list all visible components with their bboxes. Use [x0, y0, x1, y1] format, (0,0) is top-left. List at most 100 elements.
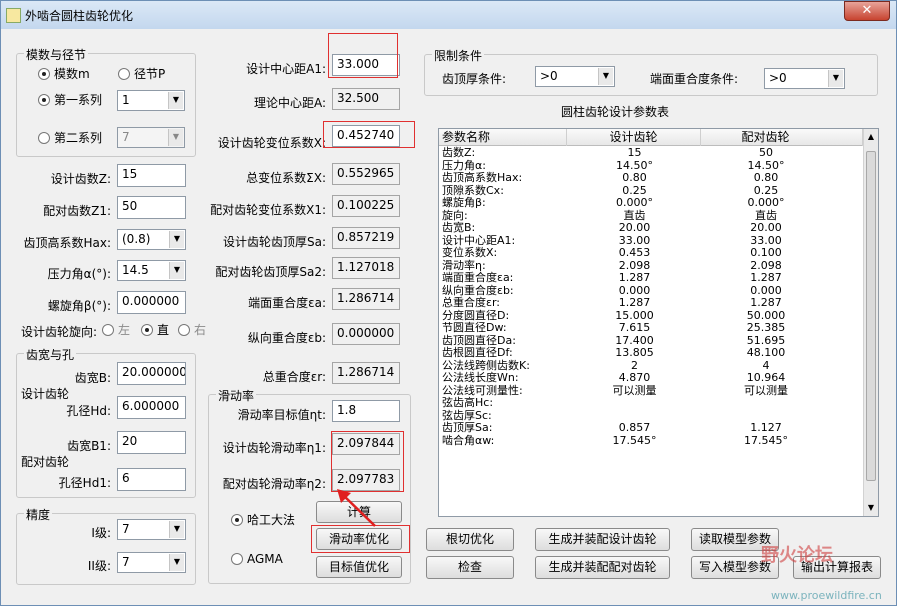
radio-series2-dot [38, 132, 50, 144]
header-param[interactable]: 参数名称 [439, 129, 567, 146]
radio-series1[interactable]: 第一系列 [38, 93, 102, 107]
bore-hd1-input[interactable]: 6 [117, 468, 186, 491]
table-row[interactable]: 齿顶厚Sa: 0.857 1.127 [439, 421, 863, 435]
pair-shift-x1-label: 配对齿轮变位系数X1: [210, 203, 326, 217]
cell-param: 齿宽B: [442, 221, 476, 234]
radio-pitch[interactable]: 径节P [118, 67, 165, 81]
table-row[interactable]: 变位系数X: 0.453 0.100 [439, 246, 863, 260]
series1-select[interactable]: 1 ▼ [117, 90, 185, 111]
theory-distance-a-value: 32.500 [332, 88, 400, 110]
cell-design: 13.805 [615, 346, 654, 359]
radio-dir-left[interactable]: 左 [102, 323, 130, 337]
pair-gear-label: 配对齿轮 [21, 455, 70, 469]
table-row[interactable]: 啮合角αw: 17.545° 17.545° [439, 433, 863, 448]
hand-direction-label: 设计齿轮旋向: [21, 325, 98, 339]
pressure-angle-label: 压力角α(°): [47, 267, 111, 281]
series2-select[interactable]: 7 ▼ [117, 127, 185, 148]
chevron-down-icon: ▼ [168, 92, 183, 109]
cell-design: 0.80 [622, 171, 647, 184]
total-contact-value: 1.286714 [332, 362, 400, 384]
shift-x-label: 设计齿轮变位系数X: [217, 136, 326, 150]
series1-select-value: 1 [122, 93, 130, 107]
tip-thickness-sa-value: 0.857219 [332, 227, 400, 249]
slip-target-input[interactable]: 1.8 [332, 400, 400, 422]
table-row[interactable]: 公法线可测量性: 可以测量 可以测量 [439, 384, 863, 398]
radio-series2[interactable]: 第二系列 [38, 131, 102, 145]
scroll-thumb[interactable] [866, 151, 876, 481]
table-row[interactable]: 节圆直径Dw: 7.615 25.385 [439, 321, 863, 335]
face-width-b1-input[interactable]: 20 [117, 431, 186, 454]
grade-ii-select[interactable]: 7 ▼ [117, 552, 186, 573]
radio-hit-method[interactable]: 哈工大法 [231, 513, 295, 527]
face-width-b-input[interactable]: 20.000000 [117, 362, 186, 385]
table-row[interactable]: 齿数Z: 15 50 [439, 146, 863, 160]
total-shift-value: 0.552965 [332, 163, 400, 185]
overlap-condition-select[interactable]: >0 ▼ [764, 68, 845, 89]
tip-condition-select[interactable]: >0 ▼ [535, 66, 615, 87]
main-window: 外啮合圆柱齿轮优化 ✕ 模数与径节 模数m 径节P 第一系列 1 ▼ 第二系列 7… [0, 0, 897, 606]
addendum-hax-select[interactable]: (0.8) ▼ [117, 229, 186, 250]
gen-pair-gear-button[interactable]: 生成并装配配对齿轮 [535, 556, 670, 579]
table-title: 圆柱齿轮设计参数表 [561, 105, 670, 119]
table-row[interactable]: 端面重合度εa: 1.287 1.287 [439, 271, 863, 285]
bore-hd-input[interactable]: 6.000000 [117, 396, 186, 419]
table-row[interactable]: 设计中心距A1: 33.00 33.00 [439, 234, 863, 248]
cell-design: 20.00 [618, 221, 651, 234]
grade-i-select[interactable]: 7 ▼ [117, 519, 186, 540]
cell-design: 0.857 [618, 421, 651, 434]
theory-distance-a-label: 理论中心距A: [253, 96, 326, 110]
radio-hit-dot [231, 514, 243, 526]
table-scrollbar[interactable]: ▲ ▼ [863, 129, 878, 516]
radio-hit-label: 哈工大法 [247, 513, 296, 527]
table-row[interactable]: 螺旋角β: 0.000° 0.000° [439, 196, 863, 210]
close-button[interactable]: ✕ [844, 1, 890, 21]
cell-pair: 0.100 [750, 246, 782, 259]
radio-module[interactable]: 模数m [38, 67, 90, 81]
tip-condition-label: 齿顶厚条件: [442, 72, 507, 86]
cell-param: 总重合度εr: [442, 296, 500, 309]
scroll-up-icon[interactable]: ▲ [864, 129, 878, 145]
annotation-arrow [337, 489, 376, 527]
table-row[interactable]: 齿宽B: 20.00 20.00 [439, 221, 863, 235]
check-button[interactable]: 检查 [426, 556, 514, 579]
table-row[interactable]: 旋向: 直齿 直齿 [439, 209, 863, 223]
pressure-angle-select[interactable]: 14.5 ▼ [117, 260, 186, 281]
table-row[interactable]: 齿根圆直径Df: 13.805 48.100 [439, 346, 863, 360]
table-row[interactable]: 弦齿厚Sc: [439, 409, 863, 423]
table-header: 参数名称 设计齿轮 配对齿轮 [439, 129, 863, 146]
pair-teeth-z1-input[interactable]: 50 [117, 196, 186, 219]
cell-design: 0.453 [618, 246, 651, 259]
table-row[interactable]: 公法线长度Wn: 4.870 10.964 [439, 371, 863, 385]
radio-agma[interactable]: AGMA [231, 552, 283, 566]
root-cut-optimize-button[interactable]: 根切优化 [426, 528, 514, 551]
cell-param: 齿顶厚Sa: [442, 421, 493, 434]
highlight-slip [331, 431, 404, 492]
pressure-angle-value: 14.5 [122, 263, 149, 277]
table-row[interactable]: 总重合度εr: 1.287 1.287 [439, 296, 863, 310]
chevron-down-icon: ▼ [169, 554, 184, 571]
cell-design: 15 [627, 146, 642, 159]
helix-angle-input[interactable]: 0.000000 [117, 291, 186, 314]
table-row[interactable]: 纵向重合度εb: 0.000 0.000 [439, 284, 863, 298]
table-row[interactable]: 弦齿高Hc: [439, 396, 863, 410]
gen-design-gear-button[interactable]: 生成并装配设计齿轮 [535, 528, 670, 551]
cell-design: 17.545° [612, 433, 657, 447]
table-row[interactable]: 齿顶高系数Hax: 0.80 0.80 [439, 171, 863, 185]
radio-series1-label: 第一系列 [54, 93, 103, 107]
target-optimize-button[interactable]: 目标值优化 [316, 556, 402, 578]
overlap-condition-label: 端面重合度条件: [650, 72, 739, 86]
cell-pair: 1.127 [750, 421, 782, 434]
grade-ii-value: 7 [122, 555, 130, 569]
slip-target-label: 滑动率目标值ηt: [237, 408, 326, 422]
slip-eta2-label: 配对齿轮滑动率η2: [222, 477, 326, 491]
overlap-condition-value: >0 [769, 71, 787, 85]
watermark-url: www.proewildfire.cn [771, 589, 882, 602]
scroll-down-icon[interactable]: ▼ [864, 500, 878, 516]
header-pair[interactable]: 配对齿轮 [701, 129, 863, 146]
transverse-contact-label: 端面重合度εa: [248, 296, 326, 310]
teeth-z-input[interactable]: 15 [117, 164, 186, 187]
parameter-table[interactable]: 参数名称 设计齿轮 配对齿轮 齿数Z: 15 50 压力角α: 14.50° 14.50°… [438, 128, 879, 517]
radio-series2-label: 第二系列 [54, 131, 103, 145]
header-design[interactable]: 设计齿轮 [567, 129, 701, 146]
radio-dir-straight[interactable]: 直 [141, 323, 169, 337]
